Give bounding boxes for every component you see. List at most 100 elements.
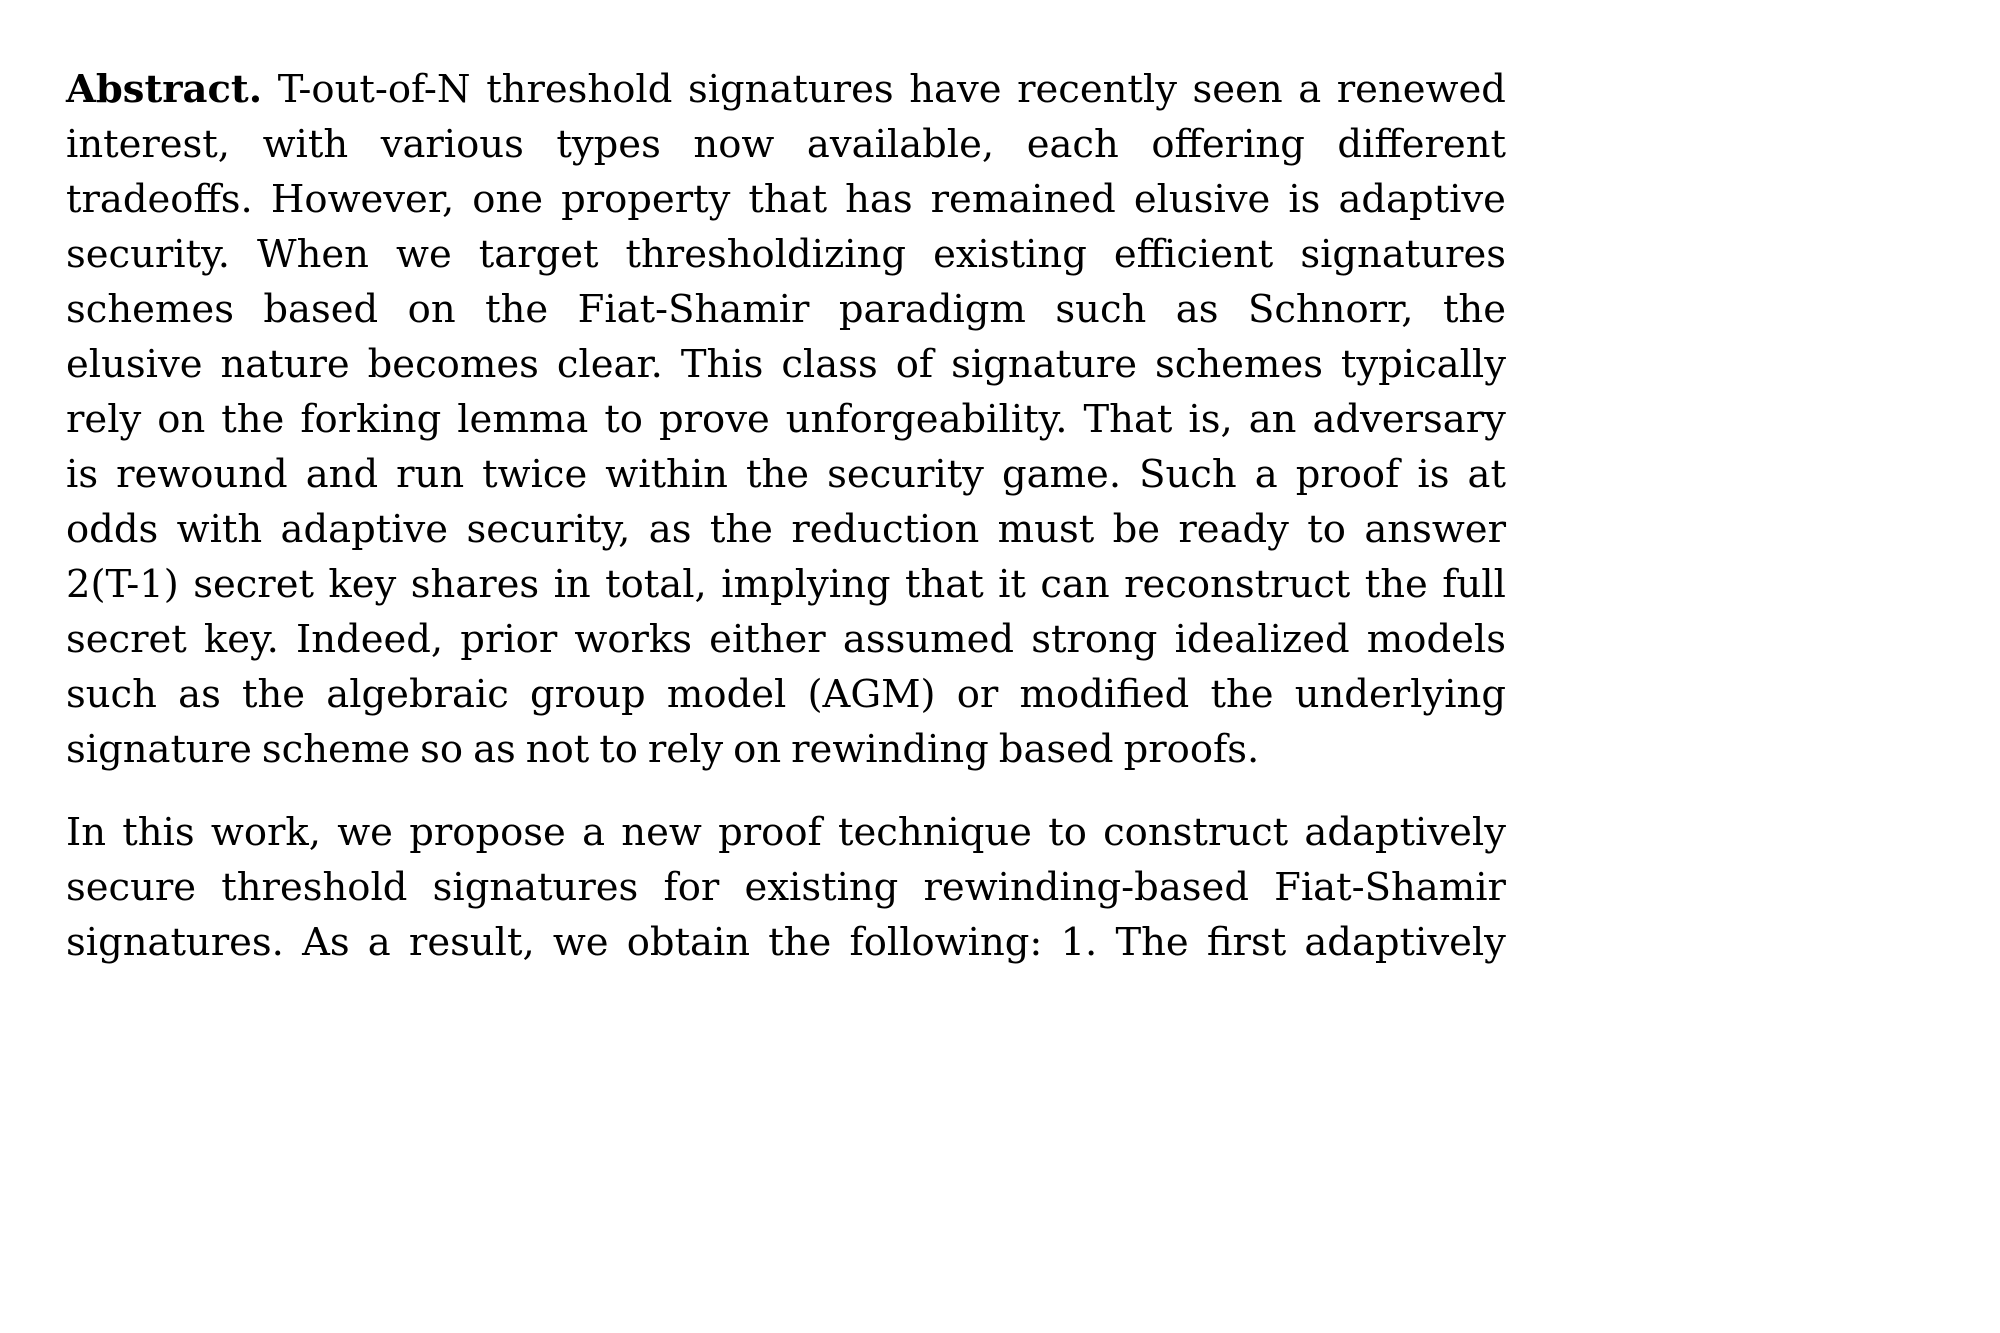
word: forking: [300, 397, 442, 442]
word: T-out-of-N: [277, 67, 471, 112]
word: the: [709, 507, 773, 552]
word: clear.: [556, 342, 663, 387]
word: we: [552, 920, 609, 965]
word: As: [302, 920, 350, 965]
word: must: [997, 507, 1095, 552]
word: paradigm: [838, 287, 1026, 332]
word: types: [556, 122, 661, 167]
word: assumed: [842, 617, 1015, 662]
text-line: interest, with various types now available, ea…: [66, 117, 1506, 172]
word: thresholdizing: [625, 232, 907, 277]
text-line: In this work, we propose a new proof technique to…: [66, 805, 1506, 860]
word: signatures: [1300, 232, 1506, 277]
text-line: is rewound and run twice within the security gam…: [66, 447, 1506, 502]
word: adaptive: [1338, 177, 1506, 222]
word: offering: [1151, 122, 1305, 167]
paragraph-abstract: Abstract. T-out-of-N threshold signatures ha…: [66, 62, 1506, 777]
text-line: signature scheme so as not to rely on rewinding b…: [66, 722, 1506, 777]
word: Fiat-Shamir: [577, 287, 810, 332]
word: modified: [1019, 672, 1190, 717]
word: prove: [658, 397, 770, 442]
word: security.: [66, 232, 230, 277]
word: at: [1467, 452, 1506, 497]
word: key: [328, 562, 397, 607]
word: either: [709, 617, 826, 662]
word: as: [1175, 287, 1219, 332]
word: new: [621, 810, 702, 855]
word: is,: [1188, 397, 1233, 442]
word: a: [367, 920, 391, 965]
word: seen: [1192, 67, 1283, 112]
word: twice: [482, 452, 588, 497]
word: unforgeability.: [785, 397, 1068, 442]
paragraph-contributions: In this work, we propose a new proof technique to…: [66, 805, 1506, 970]
text-line: rely on the forking lemma to prove unforgeabili…: [66, 392, 1506, 447]
word: result,: [408, 920, 535, 965]
word: the: [221, 397, 285, 442]
text-line: Abstract. T-out-of-N threshold signatures ha…: [66, 62, 1506, 117]
word: odds: [66, 507, 159, 552]
word: game.: [1001, 452, 1122, 497]
word: is: [66, 452, 99, 497]
word: signatures: [687, 67, 894, 112]
word: group: [530, 672, 646, 717]
word: is: [1288, 177, 1321, 222]
word: shares: [410, 562, 540, 607]
word: That: [1083, 397, 1173, 442]
word: rewinding-based: [923, 865, 1249, 910]
word: that: [748, 177, 828, 222]
word: schemes: [66, 287, 234, 332]
word: not: [525, 727, 590, 772]
word: signatures: [432, 865, 639, 910]
word: such: [1055, 287, 1147, 332]
text-line: schemes based on the Fiat-Shamir paradigm such…: [66, 282, 1506, 337]
word: can: [1040, 562, 1110, 607]
word: recently: [1017, 67, 1177, 112]
word: as: [648, 507, 692, 552]
word: efficient: [1113, 232, 1274, 277]
word: secure: [66, 865, 197, 910]
word: based: [998, 727, 1114, 772]
word: model: [666, 672, 787, 717]
word: the: [1442, 287, 1506, 332]
word: to: [1307, 507, 1346, 552]
word: such: [66, 672, 157, 717]
word: construct: [1103, 810, 1289, 855]
word: renewed: [1336, 67, 1506, 112]
word: security: [827, 452, 984, 497]
word: (AGM): [807, 672, 936, 717]
word: within: [605, 452, 728, 497]
word: lemma: [457, 397, 589, 442]
word: on: [407, 287, 456, 332]
word: 1.: [1060, 920, 1098, 965]
word: each: [1026, 122, 1119, 167]
word: run: [396, 452, 465, 497]
word: an: [1248, 397, 1297, 442]
word: to: [604, 397, 643, 442]
word: now: [693, 122, 775, 167]
text-line: security. When we target thresholdizing exist…: [66, 227, 1506, 282]
word: and: [305, 452, 379, 497]
word: Fiat-Shamir: [1274, 865, 1506, 910]
word: becomes: [367, 342, 539, 387]
word: key.: [203, 617, 279, 662]
word: work,: [210, 810, 321, 855]
text-line: odds with adaptive security, as the reduction m…: [66, 502, 1506, 557]
word: available,: [806, 122, 995, 167]
word: a: [1298, 67, 1322, 112]
word: threshold: [221, 865, 408, 910]
word: ready: [1178, 507, 1289, 552]
word: rewinding: [791, 727, 989, 772]
word: adaptively: [1304, 920, 1506, 965]
text-line: secret key. Indeed, prior works either assumed…: [66, 612, 1506, 667]
word: This: [680, 342, 764, 387]
word: rely: [66, 397, 142, 442]
word: so: [420, 727, 464, 772]
word: elusive: [66, 342, 203, 387]
word: a: [582, 810, 606, 855]
word: to: [599, 727, 638, 772]
word: scheme: [261, 727, 411, 772]
word: The: [1115, 920, 1189, 965]
text-line: tradeoffs. However, one property that has rema…: [66, 172, 1506, 227]
word: property: [561, 177, 731, 222]
